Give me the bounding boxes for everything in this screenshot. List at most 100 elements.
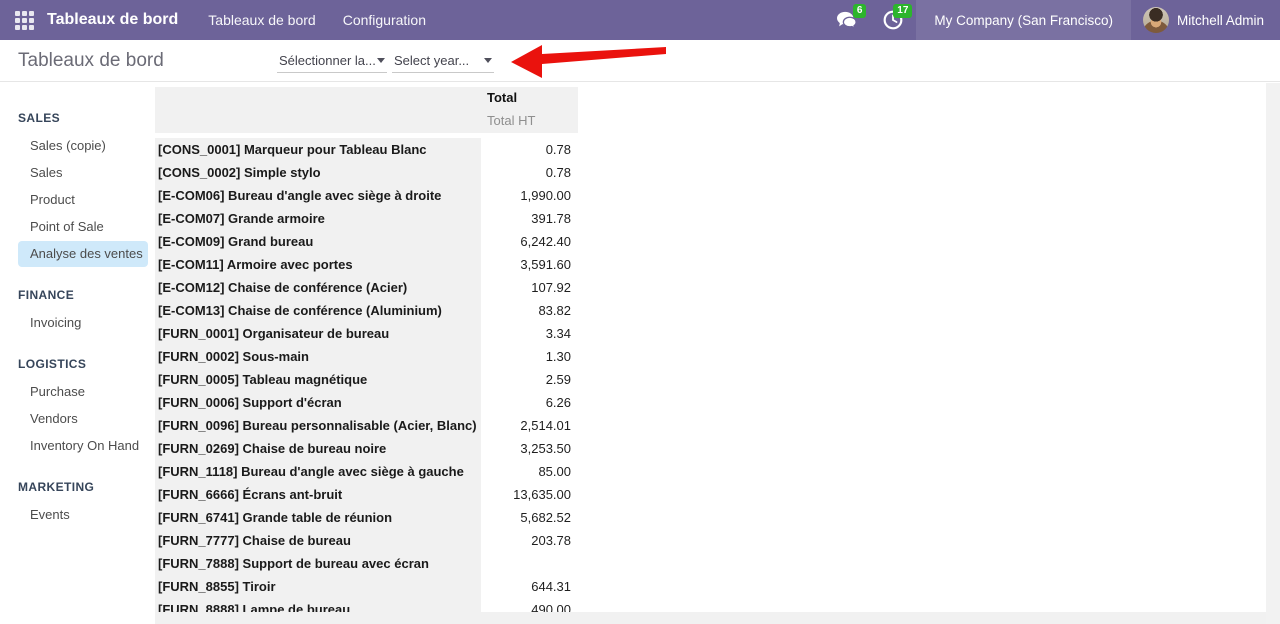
annotation-arrow-icon [508,43,668,79]
main-panel: Total Total HT [CONS_0001] Marqueur pour… [155,83,1280,624]
row-label[interactable]: [FURN_6666] Écrans ant-bruit [155,483,481,506]
row-label[interactable]: [CONS_0002] Simple stylo [155,161,481,184]
row-value [481,552,578,575]
table-row: [FURN_1118] Bureau d'angle avec siège à … [155,460,578,483]
row-value: 1,990.00 [481,184,578,207]
menu-tableaux-de-bord[interactable]: Tableaux de bord [208,12,315,28]
sidebar-section-title: LOGISTICS [0,351,155,378]
company-switcher[interactable]: My Company (San Francisco) [916,0,1131,40]
row-label[interactable]: [FURN_0001] Organisateur de bureau [155,322,481,345]
sidebar: SALESSales (copie)SalesProductPoint of S… [0,83,155,624]
row-label[interactable]: [E-COM06] Bureau d'angle avec siège à dr… [155,184,481,207]
table-row: [FURN_0002] Sous-main1.30 [155,345,578,368]
user-avatar [1143,7,1169,33]
sidebar-item-inventory-on-hand[interactable]: Inventory On Hand [18,433,148,459]
row-label[interactable]: [E-COM12] Chaise de conférence (Acier) [155,276,481,299]
table-row: [CONS_0002] Simple stylo0.78 [155,161,578,184]
row-value: 107.92 [481,276,578,299]
apps-grid-icon [15,11,34,30]
row-label[interactable]: [FURN_1118] Bureau d'angle avec siège à … [155,460,481,483]
row-value: 6,242.40 [481,230,578,253]
pivot-header: Total Total HT [155,87,578,133]
sidebar-section-title: MARKETING [0,474,155,501]
row-value: 1.30 [481,345,578,368]
sidebar-item-invoicing[interactable]: Invoicing [18,310,148,336]
user-menu[interactable]: Mitchell Admin [1131,0,1280,40]
chevron-down-icon [484,58,492,63]
column-header-total[interactable]: Total [481,87,578,109]
table-row: [FURN_0096] Bureau personnalisable (Acie… [155,414,578,437]
table-row: [FURN_8855] Tiroir644.31 [155,575,578,598]
row-value: 85.00 [481,460,578,483]
row-value: 644.31 [481,575,578,598]
sidebar-section-title: SALES [0,105,155,132]
horizontal-scrollbar[interactable] [155,612,1280,624]
user-name: Mitchell Admin [1177,13,1264,28]
table-row: [E-COM11] Armoire avec portes3,591.60 [155,253,578,276]
content-area: SALESSales (copie)SalesProductPoint of S… [0,83,1280,624]
sidebar-item-vendors[interactable]: Vendors [18,406,148,432]
table-row: [E-COM06] Bureau d'angle avec siège à dr… [155,184,578,207]
table-row: [FURN_0001] Organisateur de bureau3.34 [155,322,578,345]
sidebar-item-events[interactable]: Events [18,502,148,528]
messages-count-badge: 6 [853,4,867,18]
dashboard-select[interactable]: Sélectionner la... [277,50,387,73]
table-row: [FURN_0269] Chaise de bureau noire3,253.… [155,437,578,460]
dashboard-select-value: Sélectionner la... [279,53,376,68]
menu-configuration[interactable]: Configuration [343,12,426,28]
table-row: [FURN_0005] Tableau magnétique2.59 [155,368,578,391]
sidebar-section-title: FINANCE [0,282,155,309]
row-label[interactable]: [FURN_7888] Support de bureau avec écran [155,552,481,575]
row-value: 13,635.00 [481,483,578,506]
sidebar-item-product[interactable]: Product [18,187,148,213]
table-row: [FURN_6666] Écrans ant-bruit13,635.00 [155,483,578,506]
sidebar-item-sales-copie[interactable]: Sales (copie) [18,133,148,159]
control-panel: Tableaux de bord Sélectionner la... Sele… [0,40,1280,82]
row-label[interactable]: [FURN_7777] Chaise de bureau [155,529,481,552]
row-value: 391.78 [481,207,578,230]
dashboard-filters: Sélectionner la... Select year... [277,40,494,82]
sidebar-sections: SALESSales (copie)SalesProductPoint of S… [0,105,155,528]
row-label[interactable]: [FURN_0269] Chaise de bureau noire [155,437,481,460]
activities-button[interactable]: 17 [870,0,916,40]
sidebar-item-analyse-des-ventes[interactable]: Analyse des ventes [18,241,148,267]
row-label[interactable]: [FURN_0006] Support d'écran [155,391,481,414]
chevron-down-icon [377,58,385,63]
table-row: [E-COM13] Chaise de conférence (Aluminiu… [155,299,578,322]
sidebar-item-purchase[interactable]: Purchase [18,379,148,405]
row-label[interactable]: [E-COM13] Chaise de conférence (Aluminiu… [155,299,481,322]
row-label[interactable]: [E-COM09] Grand bureau [155,230,481,253]
row-label[interactable]: [FURN_6741] Grande table de réunion [155,506,481,529]
sidebar-item-sales[interactable]: Sales [18,160,148,186]
table-row: [FURN_7888] Support de bureau avec écran [155,552,578,575]
row-label[interactable]: [FURN_0005] Tableau magnétique [155,368,481,391]
top-navbar: Tableaux de bord Tableaux de bord Config… [0,0,1280,40]
row-value: 3.34 [481,322,578,345]
year-select[interactable]: Select year... [392,50,494,73]
activities-count-badge: 17 [893,4,912,18]
column-subheader-total-ht[interactable]: Total HT [481,109,578,133]
row-value: 6.26 [481,391,578,414]
row-label[interactable]: [CONS_0001] Marqueur pour Tableau Blanc [155,138,481,161]
row-label[interactable]: [E-COM07] Grande armoire [155,207,481,230]
table-row: [FURN_0006] Support d'écran6.26 [155,391,578,414]
row-value: 0.78 [481,161,578,184]
row-value: 0.78 [481,138,578,161]
row-label[interactable]: [FURN_8855] Tiroir [155,575,481,598]
messages-button[interactable]: 6 [824,0,870,40]
vertical-scrollbar[interactable] [1266,83,1280,624]
row-value: 83.82 [481,299,578,322]
row-value: 5,682.52 [481,506,578,529]
row-value: 3,591.60 [481,253,578,276]
sidebar-section-marketing: MARKETINGEvents [0,474,155,528]
apps-menu-button[interactable] [0,0,47,40]
row-label[interactable]: [FURN_0002] Sous-main [155,345,481,368]
sidebar-section-finance: FINANCEInvoicing [0,282,155,336]
row-label[interactable]: [E-COM11] Armoire avec portes [155,253,481,276]
row-label[interactable]: [FURN_0096] Bureau personnalisable (Acie… [155,414,481,437]
table-row: [E-COM12] Chaise de conférence (Acier)10… [155,276,578,299]
app-name[interactable]: Tableaux de bord [47,11,178,29]
sidebar-item-point-of-sale[interactable]: Point of Sale [18,214,148,240]
row-value: 2,514.01 [481,414,578,437]
sidebar-section-sales: SALESSales (copie)SalesProductPoint of S… [0,105,155,267]
